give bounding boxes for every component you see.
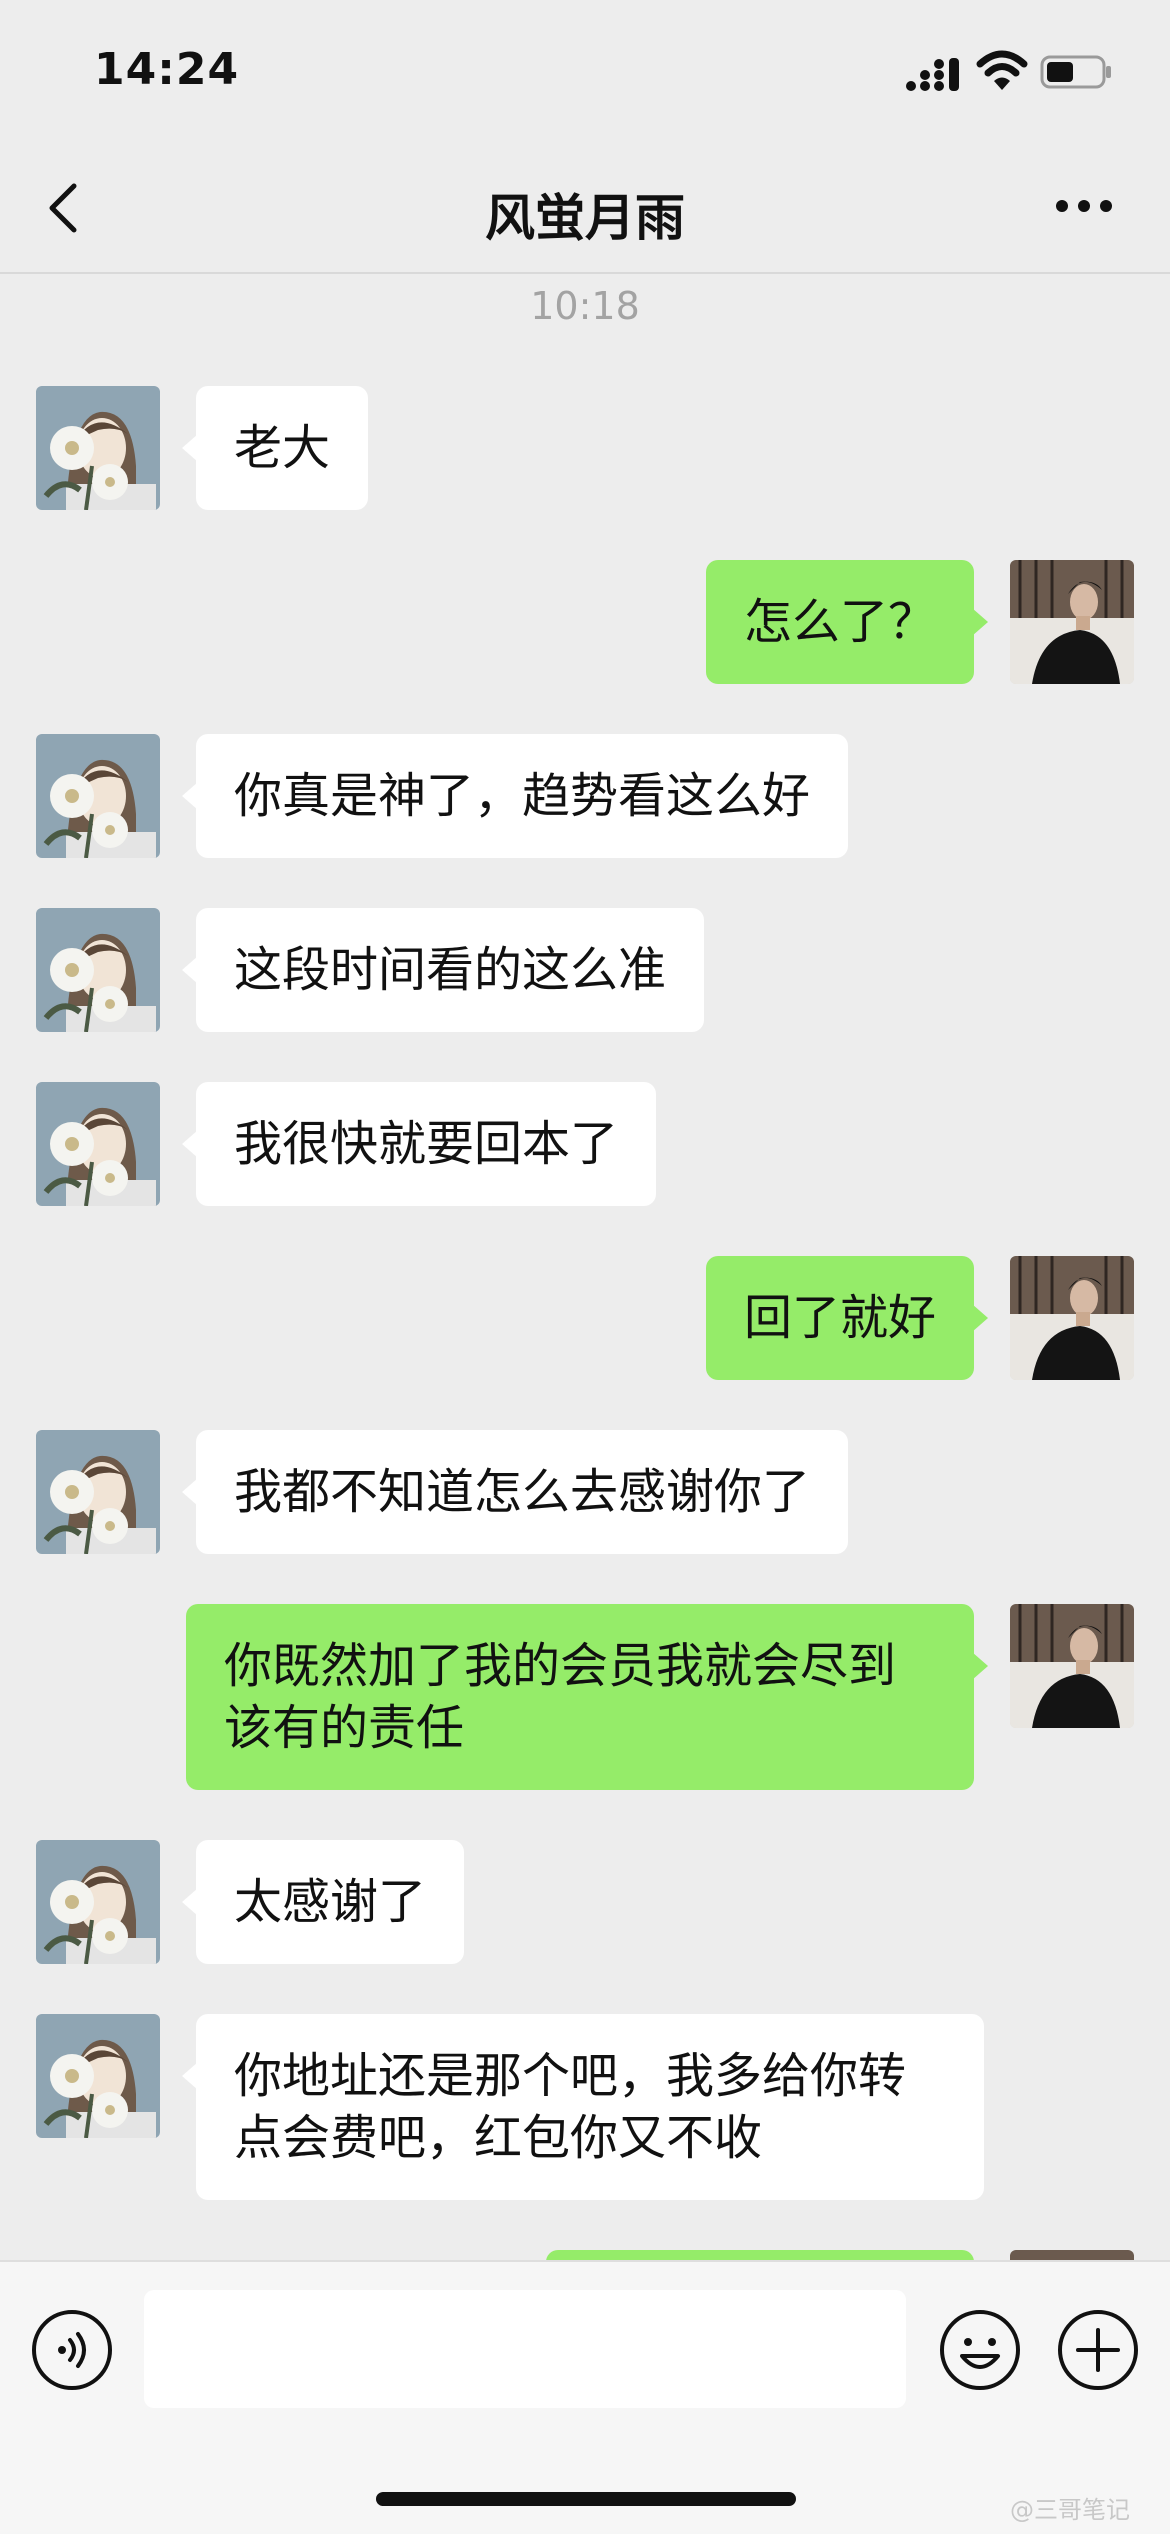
plus-icon[interactable] — [1056, 2308, 1140, 2392]
wifi-icon — [976, 50, 1028, 90]
outgoing-message-bubble[interactable]: 回了就好 — [705, 1256, 989, 1380]
message-list[interactable]: 10:18 老大 怎么了？ 你真是神了，趋势看这么好 这段时间看的这么准 我很快… — [0, 272, 1170, 2260]
message-input[interactable] — [144, 2290, 906, 2408]
incoming-message-bubble[interactable]: 我很快就要回本了 — [181, 1082, 657, 1206]
chat-title: 风蛍月雨 — [485, 189, 685, 247]
incoming-message-bubble[interactable]: 这段时间看的这么准 — [181, 908, 705, 1032]
self-avatar[interactable] — [1010, 560, 1134, 684]
contact-avatar[interactable] — [36, 1840, 160, 1964]
emoji-icon[interactable] — [938, 2308, 1022, 2392]
incoming-message-bubble[interactable]: 我都不知道怎么去感谢你了 — [181, 1430, 849, 1554]
incoming-message-bubble[interactable]: 老大 — [181, 386, 369, 510]
outgoing-message-bubble[interactable]: 你既然加了我的会员我就会尽到该有的责任 — [186, 1604, 988, 1790]
contact-avatar[interactable] — [36, 1082, 160, 1206]
contact-avatar[interactable] — [36, 386, 160, 510]
outgoing-message-bubble-partial[interactable] — [546, 2250, 974, 2260]
contact-avatar[interactable] — [36, 908, 160, 1032]
cellular-signal-icon — [906, 58, 959, 91]
incoming-message-bubble[interactable]: 你地址还是那个吧，我多给你转点会费吧，红包你又不收 — [182, 2014, 984, 2200]
contact-avatar[interactable] — [36, 1430, 160, 1554]
battery-icon — [1040, 55, 1111, 89]
self-avatar-partial[interactable] — [1010, 2250, 1134, 2260]
status-time: 14:24 — [94, 44, 240, 95]
contact-avatar[interactable] — [36, 2014, 160, 2138]
home-indicator — [376, 2492, 796, 2506]
ellipsis-icon[interactable] — [1054, 196, 1114, 216]
nav-bar: 风蛍月雨 — [0, 140, 1170, 274]
incoming-message-bubble[interactable]: 你真是神了，趋势看这么好 — [181, 734, 849, 858]
message-timestamp: 10:18 — [530, 284, 640, 328]
watermark: @三哥笔记 — [1010, 2496, 1130, 2524]
input-bar — [0, 2260, 1170, 2534]
incoming-message-bubble[interactable]: 太感谢了 — [181, 1840, 465, 1964]
outgoing-message-bubble[interactable]: 怎么了？ — [705, 560, 989, 684]
self-avatar[interactable] — [1010, 1604, 1134, 1728]
contact-avatar[interactable] — [36, 734, 160, 858]
self-avatar[interactable] — [1010, 1256, 1134, 1380]
voice-icon[interactable] — [30, 2308, 114, 2392]
status-bar: 14:24 — [0, 0, 1170, 140]
